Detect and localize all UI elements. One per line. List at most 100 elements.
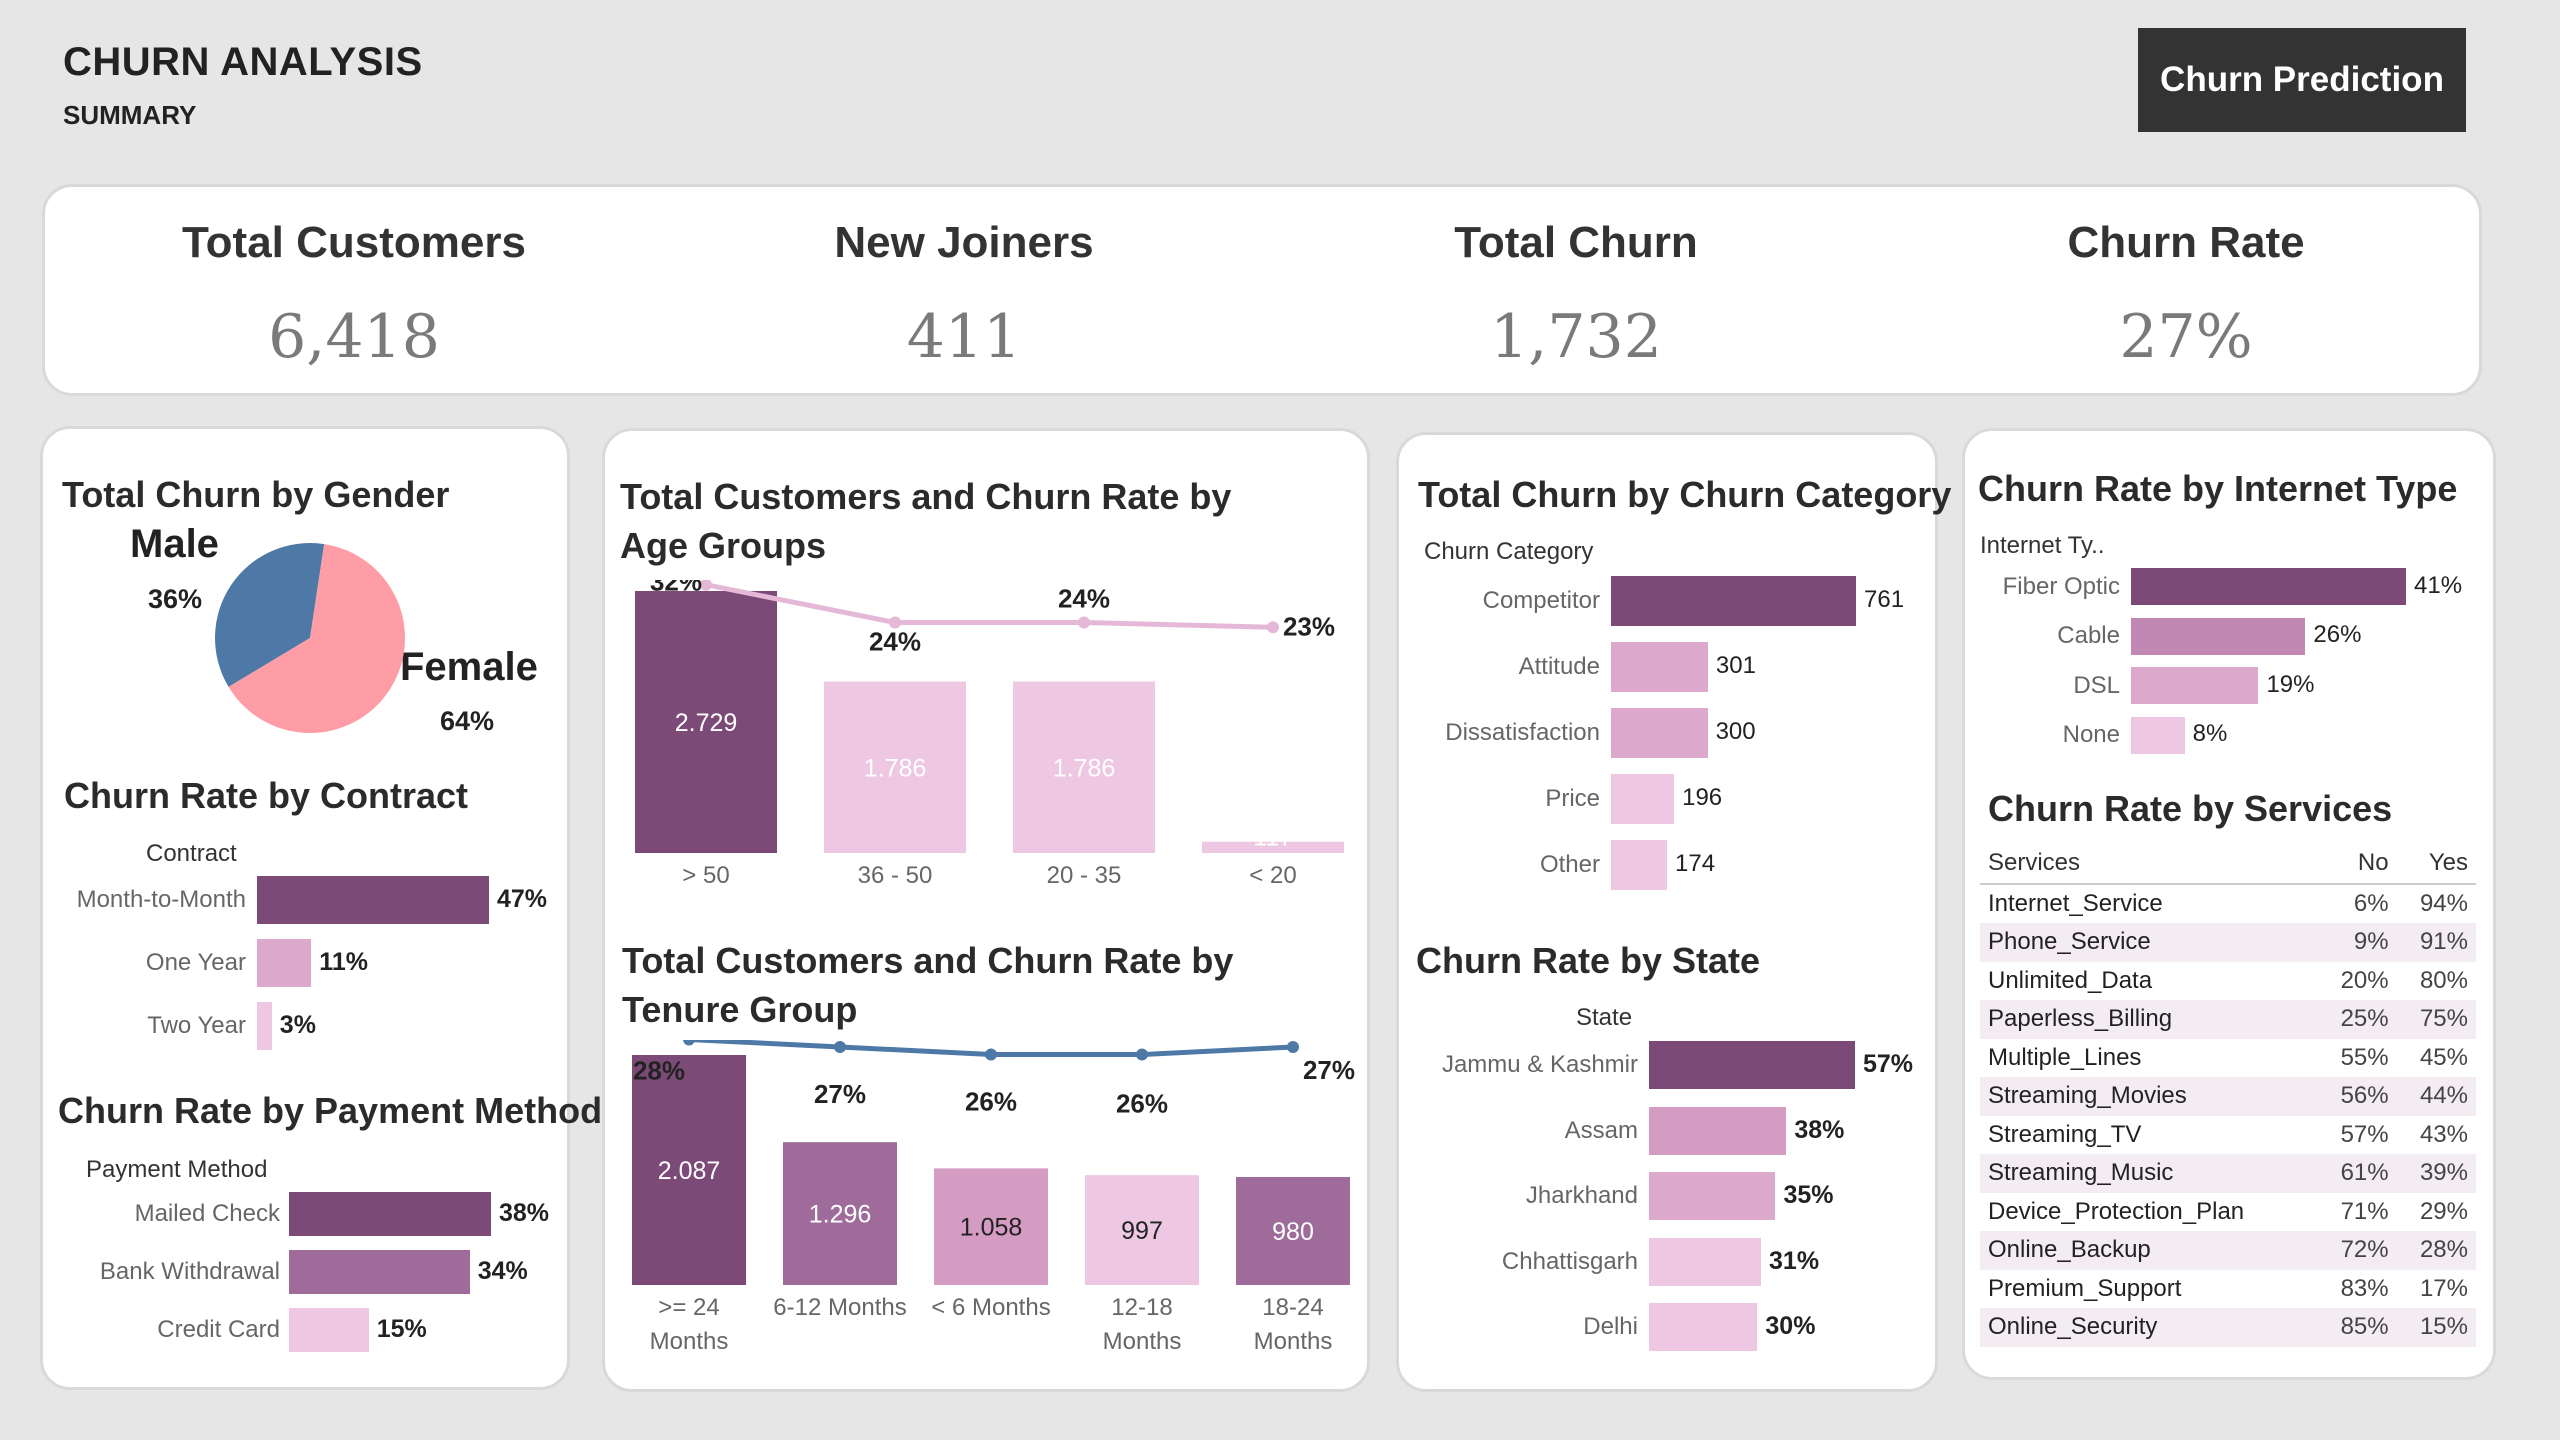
tenure-rate-label: 26% [1116,1089,1168,1119]
tenure-category-label: Months [650,1328,729,1355]
services-table-header: Services No Yes [1980,844,2476,885]
tenure-rate-point[interactable] [985,1048,997,1061]
no-rate-cell: 85% [2317,1308,2397,1347]
tenure-rate-point[interactable] [1136,1048,1148,1061]
internet-bar[interactable] [2131,568,2406,605]
tenure-rate-label: 27% [814,1079,866,1109]
yes-rate-cell: 94% [2419,889,2468,917]
state-bar[interactable] [1649,1041,1855,1089]
payment-value-label: 15% [376,1315,427,1343]
tenure-category-label: 12-18 [1111,1294,1172,1321]
state-bar[interactable] [1649,1237,1762,1286]
gender-chart-title: Total Churn by Gender [62,474,450,515]
contract-bar[interactable] [257,939,312,987]
internet-category-label: Fiber Optic [2002,572,2120,600]
tenure-bar-value-label: 2.087 [658,1157,721,1185]
table-row: Streaming_Movies 56% 44% [1980,1077,2476,1116]
gender-pie-chart [215,543,405,733]
service-name-cell: Internet_Service [1988,889,2163,917]
service-name-cell: Paperless_Billing [1980,1000,2318,1039]
age-rate-point[interactable] [1078,616,1090,629]
payment-category-label: Credit Card [157,1316,280,1343]
payment-category-label: Bank Withdrawal [99,1258,280,1285]
age-rate-label: 24% [1058,584,1110,614]
payment-chart-title: Churn Rate by Payment Method [58,1090,603,1131]
payment-value-label: 34% [477,1257,528,1285]
services-table-title: Churn Rate by Services [1988,788,2393,829]
page-subtitle: SUMMARY [63,100,197,130]
pie-label-male: Male [130,522,219,566]
age-bar-value-label: 2.729 [675,709,738,737]
contract-bar[interactable] [257,876,489,924]
age-chart-title: Total Customers and Churn Rate by Age Gr… [620,476,1232,566]
age-bar-value-label: 1.786 [1053,754,1116,782]
internet-category-label: None [2062,721,2120,748]
yes-rate-cell: 44% [2396,1077,2476,1116]
category-bar[interactable] [1611,576,1856,626]
tenure-bar-value-label: 980 [1272,1218,1314,1246]
internet-bar[interactable] [2131,667,2259,704]
no-rate-cell: 83% [2340,1274,2389,1302]
age-rate-label: 32% [650,580,702,597]
internet-bar[interactable] [2131,716,2185,754]
tenure-rate-label: 27% [1303,1055,1355,1085]
internet-bar[interactable] [2131,617,2306,655]
column-header-services: Services [1980,844,2318,885]
category-bar[interactable] [1611,642,1708,692]
kpi-new-joiners-value: 411 [906,302,1022,372]
category-bar[interactable] [1611,774,1675,824]
table-row: Unlimited_Data 20% 80% [1980,962,2476,1001]
tenure-rate-point[interactable] [834,1041,846,1053]
payment-bar[interactable] [289,1308,369,1352]
state-bar[interactable] [1649,1303,1758,1351]
tenure-category-label: 18-24 [1262,1294,1323,1321]
contract-category-label: Two Year [147,1012,246,1039]
state-value-label: 31% [1769,1246,1820,1275]
state-bar[interactable] [1649,1172,1776,1220]
payment-bar[interactable] [289,1192,491,1236]
churn-prediction-button[interactable]: Churn Prediction [2138,28,2466,132]
state-chart-title: Churn Rate by State [1416,940,1761,981]
tenure-rate-point[interactable] [683,1040,695,1046]
table-row: Device_Protection_Plan 71% 29% [1980,1193,2476,1232]
kpi-total-churn-value: 1,732 [1490,302,1662,372]
age-category-label: 36 - 50 [858,862,933,889]
category-bar[interactable] [1611,840,1668,890]
table-row: Phone_Service 9% 91% [1980,923,2476,962]
kpi-churn-rate-value: 27% [2119,302,2253,372]
contract-bar[interactable] [257,1002,272,1050]
category-chart-title: Total Churn by Churn Category [1418,474,1952,515]
age-category-label: 20 - 35 [1047,862,1122,889]
state-category-label: Assam [1564,1116,1638,1144]
category-value-label: 761 [1864,586,1905,613]
yes-rate-cell: 80% [2419,966,2468,994]
internet-category-label: Cable [2057,622,2120,649]
state-value-label: 30% [1765,1312,1816,1340]
state-bar[interactable] [1649,1106,1787,1155]
table-row: Paperless_Billing 25% 75% [1980,1000,2476,1039]
tenure-bar-value-label: 997 [1121,1217,1163,1245]
pie-pct-male: 36% [148,584,203,614]
payment-category-label: Mailed Check [134,1200,280,1227]
pie-pct-female: 64% [440,706,495,736]
tenure-category-label: < 6 Months [931,1294,1050,1321]
category-value-label: 174 [1675,850,1716,877]
kpi-total-customers-value: 6,418 [268,302,440,372]
category-value-label: 301 [1715,652,1756,679]
internet-chart-title: Churn Rate by Internet Type [1978,468,2458,509]
tenure-rate-point[interactable] [1287,1041,1299,1053]
service-name-cell: Device_Protection_Plan [1988,1197,2245,1225]
contract-value-label: 47% [497,885,548,913]
kpi-total-customers-label: Total Customers [182,218,526,267]
no-rate-cell: 9% [2317,923,2397,962]
state-category-label: Delhi [1583,1313,1638,1340]
payment-bar[interactable] [289,1250,470,1294]
tenure-category-label: 6-12 Months [773,1294,906,1321]
age-category-label: < 20 [1249,862,1296,889]
age-rate-point[interactable] [1267,621,1279,634]
kpi-new-joiners-label: New Joiners [834,218,1094,267]
no-rate-cell: 6% [2353,889,2389,917]
age-rate-line [705,582,1274,630]
no-rate-cell: 61% [2317,1154,2397,1193]
category-bar[interactable] [1611,708,1708,758]
